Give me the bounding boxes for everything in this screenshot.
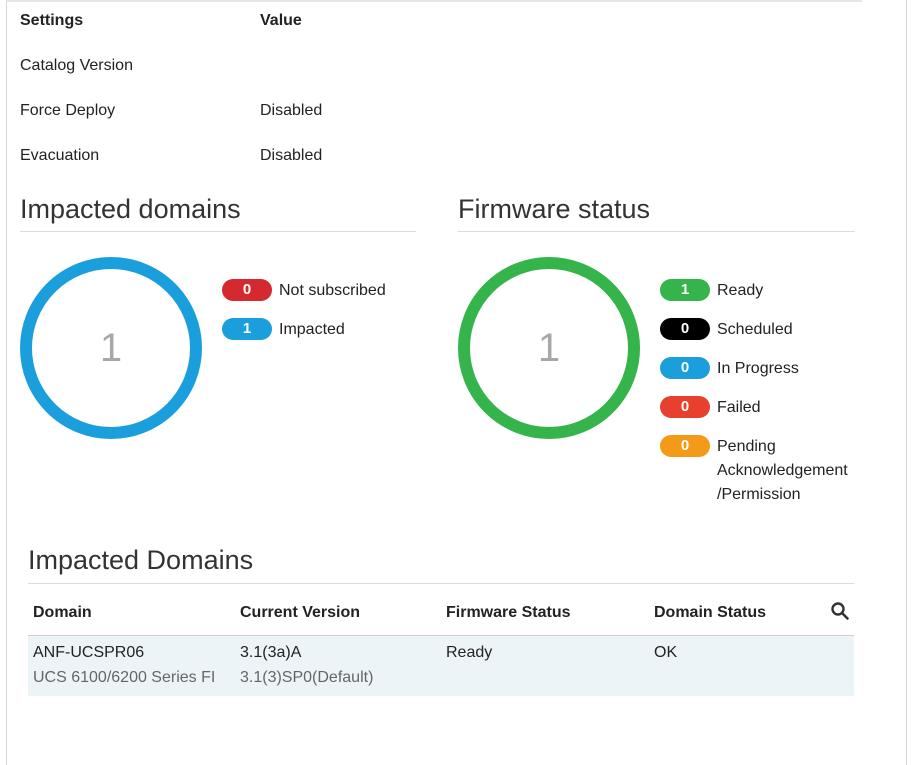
legend-label: Not subscribed [279,282,386,299]
table-title-divider [28,583,854,584]
count-badge: 0 [660,318,710,340]
legend-label: Pending [717,438,776,455]
legend-label: Failed [717,399,761,416]
count-badge: 0 [222,279,272,301]
column-header-domain-status[interactable]: Domain Status [654,604,766,622]
panel-top-divider [6,0,862,2]
count-badge: 0 [660,435,710,457]
value-column-header: Value [260,12,302,29]
settings-header-row: Settings Value [20,10,620,55]
impacted-domains-table-title: Impacted Domains [28,545,254,575]
impacted-domains-divider [20,231,416,232]
search-icon[interactable] [830,601,850,621]
impacted-domains-title: Impacted domains [20,194,241,224]
version-detail: 3.1(3)SP0(Default) [240,669,374,686]
setting-name: Evacuation [20,147,100,164]
settings-row-catalog-version: Catalog Version [20,55,620,100]
panel-left-border [6,0,7,765]
settings-column-header: Settings [20,12,84,29]
firmware-status-total: 1 [537,325,561,370]
count-badge: 1 [660,279,710,301]
setting-name: Catalog Version [20,57,133,74]
setting-name: Force Deploy [20,102,116,119]
domain-model: UCS 6100/6200 Series FI [33,669,216,686]
panel-right-border [906,0,907,765]
settings-row-evacuation: Evacuation Disabled [20,145,620,190]
table-header-row: Domain Current Version Firmware Status D… [28,596,854,634]
legend-label: Scheduled [717,321,793,338]
setting-value: Disabled [260,147,323,164]
legend-label-line-3: /Permission [717,486,801,503]
settings-table: Settings Value Catalog Version Force Dep… [20,10,620,190]
firmware-status-donut[interactable]: 1 [458,257,640,439]
count-badge: 0 [660,396,710,418]
count-badge: 1 [222,318,272,340]
column-header-current-version[interactable]: Current Version [240,604,360,622]
legend-label: Impacted [279,321,345,338]
domain-status: OK [654,644,678,661]
current-version: 3.1(3a)A [240,644,302,661]
count-badge: 0 [660,357,710,379]
legend-label: Ready [717,282,764,299]
column-header-domain[interactable]: Domain [33,604,92,622]
legend-label-line-2: Acknowledgement [717,462,848,479]
table-row[interactable]: ANF-UCSPR06 UCS 6100/6200 Series FI 3.1(… [28,636,854,696]
domain-name: ANF-UCSPR06 [33,644,145,661]
firmware-status: Ready [446,644,493,661]
impacted-domains-total: 1 [99,325,123,370]
firmware-status-title: Firmware status [458,194,651,224]
setting-value: Disabled [260,102,323,119]
impacted-domains-donut[interactable]: 1 [20,257,202,439]
column-header-firmware-status[interactable]: Firmware Status [446,604,570,622]
legend-label: In Progress [717,360,799,377]
settings-row-force-deploy: Force Deploy Disabled [20,100,620,145]
firmware-status-divider [458,231,855,232]
